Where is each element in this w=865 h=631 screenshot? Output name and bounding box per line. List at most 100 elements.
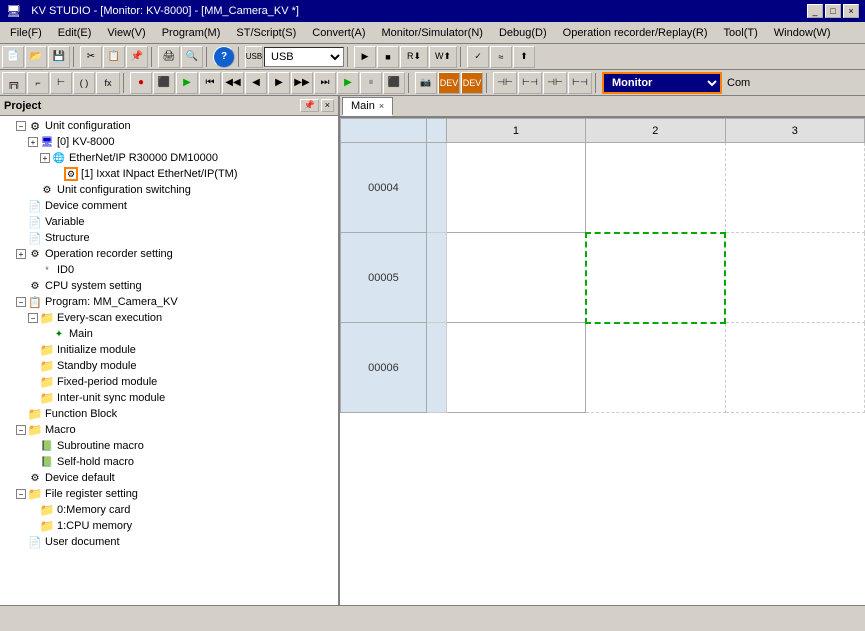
expand-every-scan[interactable]: − (28, 313, 38, 323)
tree-item-main[interactable]: ✦ Main (0, 326, 338, 342)
print-button[interactable]: 🖨 (158, 46, 180, 68)
tree-item-subroutine-macro[interactable]: 📗 Subroutine macro (0, 438, 338, 454)
save-button[interactable]: 💾 (48, 46, 70, 68)
disconnect-button[interactable]: ■ (377, 46, 399, 68)
tree-item-op-recorder[interactable]: + ⚙ Operation recorder setting (0, 246, 338, 262)
menu-file[interactable]: File(F) (2, 25, 50, 41)
row-00004-cell-1[interactable] (446, 143, 585, 233)
copy-button[interactable]: 📋 (103, 46, 125, 68)
back-btn[interactable]: ◀ (245, 72, 267, 94)
tree-item-ethernet[interactable]: + 🌐 EtherNet/IP R30000 DM10000 (0, 150, 338, 166)
maximize-button[interactable]: □ (825, 4, 841, 18)
tree-item-device-comment[interactable]: 📄 Device comment (0, 198, 338, 214)
open-button[interactable]: 📂 (25, 46, 47, 68)
row-00004-cell-3[interactable] (725, 143, 864, 233)
menu-debug[interactable]: Debug(D) (491, 25, 555, 41)
expand-file-register[interactable]: − (16, 489, 26, 499)
row-00005-cell-1[interactable] (446, 233, 585, 323)
verify-button[interactable]: ✓ (467, 46, 489, 68)
cut-button[interactable]: ✂ (80, 46, 102, 68)
pause-btn[interactable]: ⬛ (153, 72, 175, 94)
write-button[interactable]: W⬆ (429, 46, 457, 68)
tree-item-inter-unit[interactable]: 📁 Inter-unit sync module (0, 390, 338, 406)
tree-item-function-block[interactable]: 📁 Function Block (0, 406, 338, 422)
ladder1-btn[interactable]: ⊣⊢ (493, 72, 517, 94)
expand-program[interactable]: − (16, 297, 26, 307)
find-button[interactable]: 🔍 (181, 46, 203, 68)
menu-tool[interactable]: Tool(T) (716, 25, 766, 41)
ladder3-btn[interactable]: ⊣⊢ (543, 72, 567, 94)
connect-button[interactable]: ▶ (354, 46, 376, 68)
minimize-button[interactable]: _ (807, 4, 823, 18)
tree-item-init-module[interactable]: 📁 Initialize module (0, 342, 338, 358)
ladder4-btn[interactable]: ⊢⊣ (568, 72, 592, 94)
project-close-button[interactable]: × (321, 99, 334, 112)
grid-container[interactable]: 1 2 3 00004 0000 (340, 118, 865, 605)
ladder-btn[interactable]: ╔╗ (2, 72, 26, 94)
tree-item-id0[interactable]: * ID0 (0, 262, 338, 278)
func-btn[interactable]: fx (96, 72, 120, 94)
project-controls[interactable]: 📌 × (300, 99, 334, 112)
monitor-mode-select[interactable]: Monitor Simulator (602, 72, 722, 94)
tree-item-fixed-period[interactable]: 📁 Fixed-period module (0, 374, 338, 390)
row-00006-cell-1[interactable] (446, 323, 585, 413)
coil-btn[interactable]: ( ) (73, 72, 95, 94)
paste-button[interactable]: 📌 (126, 46, 148, 68)
menu-op-recorder[interactable]: Operation recorder/Replay(R) (555, 25, 716, 41)
tab-main-close[interactable]: × (379, 101, 384, 111)
row-00006-cell-2[interactable] (586, 323, 725, 413)
menu-view[interactable]: View(V) (99, 25, 153, 41)
tree-item-self-hold-macro[interactable]: 📗 Self-hold macro (0, 454, 338, 470)
compare-button[interactable]: ≈ (490, 46, 512, 68)
tree-item-every-scan[interactable]: − 📁 Every-scan execution (0, 310, 338, 326)
menu-edit[interactable]: Edit(E) (50, 25, 100, 41)
tree-item-file-register[interactable]: − 📁 File register setting (0, 486, 338, 502)
run-btn[interactable]: ● (130, 72, 152, 94)
dev2-btn[interactable]: DEV (461, 72, 483, 94)
row-00005-cell-2[interactable] (586, 233, 725, 323)
tree-item-variable[interactable]: 📄 Variable (0, 214, 338, 230)
fwd-btn[interactable]: ▶ (268, 72, 290, 94)
tree-item-kv8000[interactable]: + 🖥 [0] KV-8000 (0, 134, 338, 150)
menu-window[interactable]: Window(W) (766, 25, 839, 41)
tree-item-cpu-sys[interactable]: ⚙ CPU system setting (0, 278, 338, 294)
expand-ethernet[interactable]: + (40, 153, 50, 163)
read-button[interactable]: R⬇ (400, 46, 428, 68)
row-00004-cell-2[interactable] (586, 143, 725, 233)
expand-unit-config[interactable]: − (16, 121, 26, 131)
menu-monitor[interactable]: Monitor/Simulator(N) (373, 25, 490, 41)
connection-type-select[interactable]: USB Serial Ethernet (264, 47, 344, 67)
tree-item-program[interactable]: − 📋 Program: MM_Camera_KV (0, 294, 338, 310)
tree-item-cpu-memory[interactable]: 📁 1:CPU memory (0, 518, 338, 534)
play-btn[interactable]: ▶ (337, 72, 359, 94)
stop-btn[interactable]: ⏸ (360, 72, 382, 94)
step-back-btn[interactable]: ⏮ (199, 72, 221, 94)
tree-item-unit-switch[interactable]: ⚙ Unit configuration switching (0, 182, 338, 198)
upload-button[interactable]: ⬆ (513, 46, 535, 68)
rec-stop-btn[interactable]: ⬛ (383, 72, 405, 94)
help-button[interactable]: ? (213, 46, 235, 68)
step-btn[interactable]: ▶ (176, 72, 198, 94)
title-bar-controls[interactable]: _ □ × (807, 4, 859, 18)
tree-item-macro[interactable]: − 📁 Macro (0, 422, 338, 438)
tree-item-user-document[interactable]: 📄 User document (0, 534, 338, 550)
fwd-all-btn[interactable]: ▶▶ (291, 72, 313, 94)
tree-item-device-default[interactable]: ⚙ Device default (0, 470, 338, 486)
menu-convert[interactable]: Convert(A) (304, 25, 373, 41)
tab-main[interactable]: Main × (342, 97, 393, 116)
tree-item-structure[interactable]: 📄 Structure (0, 230, 338, 246)
expand-kv8000[interactable]: + (28, 137, 38, 147)
row-00005-cell-3[interactable] (725, 233, 864, 323)
dev-btn[interactable]: DEV (438, 72, 460, 94)
tree-item-unit-config[interactable]: − ⚙ Unit configuration (0, 118, 338, 134)
tree-item-ixxat[interactable]: ⚙ [1] Ixxat INpact EtherNet/IP(TM) (0, 166, 338, 182)
cam-btn[interactable]: 📷 (415, 72, 437, 94)
new-button[interactable]: 📄 (2, 46, 24, 68)
tree-item-memory-card[interactable]: 📁 0:Memory card (0, 502, 338, 518)
menu-program[interactable]: Program(M) (154, 25, 229, 41)
expand-macro[interactable]: − (16, 425, 26, 435)
ladder2-btn[interactable]: ⊢⊣ (518, 72, 542, 94)
row-00006-cell-3[interactable] (725, 323, 864, 413)
menu-st-script[interactable]: ST/Script(S) (228, 25, 304, 41)
next-btn[interactable]: ⏭ (314, 72, 336, 94)
